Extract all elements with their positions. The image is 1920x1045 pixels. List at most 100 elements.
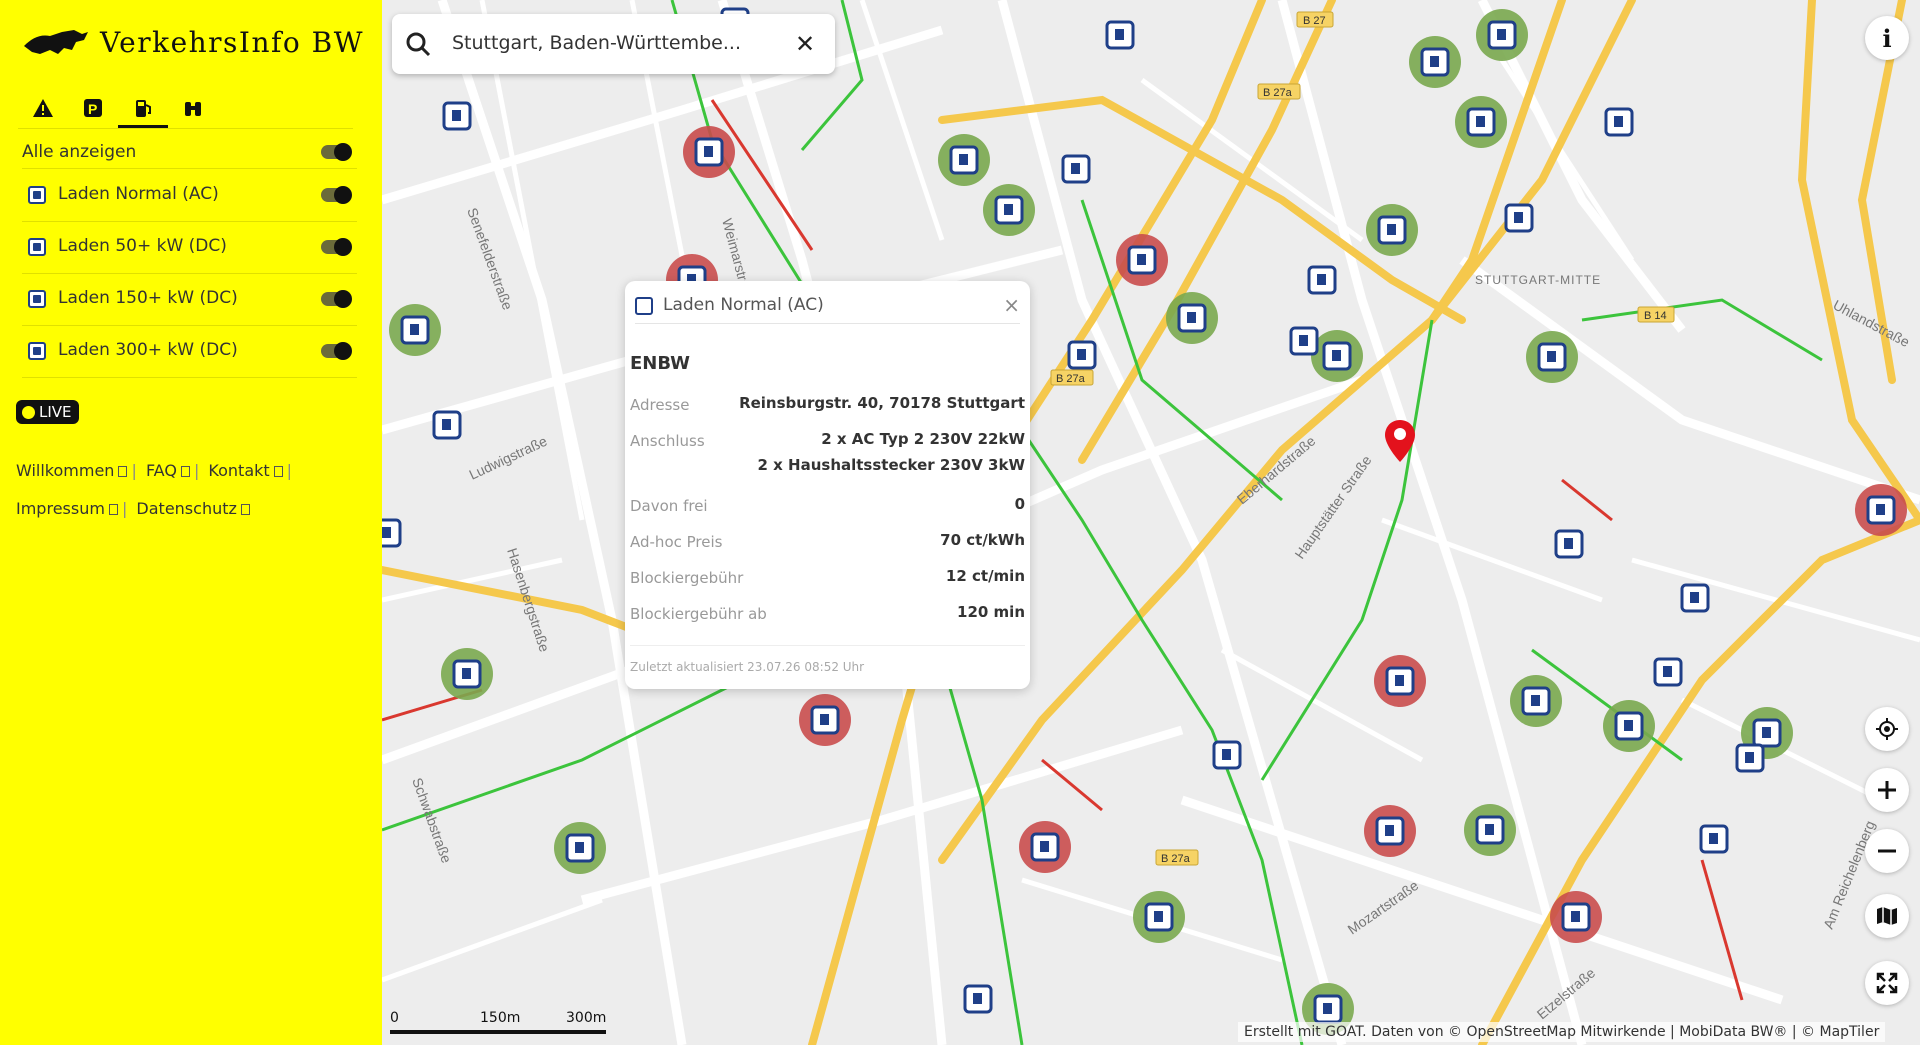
svg-text:B 27a: B 27a (1056, 373, 1086, 385)
row-value: 2 x Haushaltsstecker 230V 3kW (757, 456, 1025, 474)
zoom-in-button[interactable] (1865, 768, 1909, 812)
link-kontakt[interactable]: Kontakt (208, 452, 283, 490)
tab-webcams[interactable] (168, 88, 218, 128)
link-datenschutz[interactable]: Datenschutz (136, 490, 250, 528)
document-icon (108, 504, 118, 515)
location-pin-icon[interactable] (1383, 418, 1417, 468)
filter-toggle[interactable] (321, 186, 352, 204)
charging-station-icon (28, 238, 46, 256)
filter-label: Laden Normal (AC) (58, 184, 219, 204)
map-attribution[interactable]: Erstellt mit GOAT. Daten von © OpenStree… (1238, 1022, 1886, 1042)
link-faq[interactable]: FAQ (146, 452, 190, 490)
parking-icon: P (84, 99, 102, 117)
document-icon (240, 504, 250, 515)
show-all-toggle-row[interactable]: Alle anzeigen (22, 136, 357, 169)
tab-charging[interactable] (118, 88, 168, 128)
charging-station-icon (28, 290, 46, 308)
row-value: 70 ct/kWh (940, 531, 1025, 549)
fullscreen-icon (1876, 972, 1898, 994)
charging-station-icon (28, 186, 46, 204)
svg-text:Schwabstraße: Schwabstraße (409, 776, 455, 866)
info-icon: i (1882, 23, 1892, 53)
document-icon (180, 466, 190, 477)
filter-laden-150[interactable]: Laden 150+ kW (DC) (22, 274, 357, 326)
live-badge: LIVE (16, 400, 79, 424)
search-input[interactable]: Stuttgart, Baden-Württembe... (452, 32, 741, 54)
row-value: 0 (1014, 495, 1025, 513)
row-value: Reinsburgstr. 40, 70178 Stuttgart (739, 394, 1025, 412)
row-key: Ad-hoc Preis (630, 533, 723, 551)
row-value: 2 x AC Typ 2 230V 22kW (821, 430, 1025, 448)
filter-toggle[interactable] (321, 342, 352, 360)
clear-search-icon[interactable]: ✕ (791, 30, 819, 58)
zoom-out-button[interactable] (1865, 829, 1909, 873)
svg-text:Mozartstraße: Mozartstraße (1345, 877, 1422, 938)
row-key: Blockiergebühr (630, 569, 744, 587)
show-all-label: Alle anzeigen (22, 142, 137, 162)
link-willkommen[interactable]: Willkommen (16, 452, 128, 490)
info-button[interactable]: i (1865, 16, 1909, 60)
filter-laden-50[interactable]: Laden 50+ kW (DC) (22, 222, 357, 274)
popup-header: Laden Normal (AC) × (635, 293, 1020, 324)
link-label: FAQ (145, 461, 177, 480)
locate-button[interactable] (1865, 707, 1909, 751)
scale-bar (390, 1030, 606, 1034)
row-key: Davon frei (630, 497, 708, 515)
search-box[interactable]: Stuttgart, Baden-Württembe... ✕ (392, 14, 835, 74)
map-canvas[interactable]: Senefelderstraße Weimarstraße Ludwigstra… (382, 0, 1920, 1045)
scale-label: 150m (480, 1010, 521, 1026)
tab-parking[interactable]: P (68, 88, 118, 128)
show-all-toggle[interactable] (321, 143, 352, 161)
lion-logo-icon (24, 30, 88, 54)
locate-icon (1876, 718, 1898, 740)
tab-warnings[interactable] (18, 88, 68, 128)
scale-label: 0 (390, 1010, 399, 1026)
filter-laden-300[interactable]: Laden 300+ kW (DC) (22, 326, 357, 378)
search-icon (406, 32, 431, 57)
svg-text:B 14: B 14 (1644, 310, 1667, 322)
popup-title: Laden Normal (AC) (663, 295, 824, 315)
svg-text:B 27a: B 27a (1161, 853, 1191, 865)
live-dot-icon (22, 405, 35, 419)
binoculars-icon (185, 102, 201, 116)
filter-label: Laden 50+ kW (DC) (58, 236, 227, 256)
svg-text:Senefelderstraße: Senefelderstraße (464, 206, 516, 313)
link-label: Willkommen (16, 461, 115, 480)
svg-text:P: P (88, 101, 97, 117)
svg-text:STUTTGART-MITTE: STUTTGART-MITTE (1475, 273, 1601, 287)
svg-text:B 27: B 27 (1303, 15, 1326, 27)
footer-links: Willkommen | FAQ | Kontakt | Impressum | Dat… (16, 452, 356, 528)
app-logo[interactable]: VerkehrsInfo BW (22, 22, 364, 62)
filter-laden-normal[interactable]: Laden Normal (AC) (22, 170, 357, 222)
link-label: Kontakt (208, 461, 270, 480)
svg-text:Uhlandstraße: Uhlandstraße (1831, 297, 1913, 351)
link-label: Impressum (16, 499, 105, 518)
row-key: Adresse (630, 396, 690, 414)
map-layers-icon (1877, 907, 1897, 925)
filter-toggle[interactable] (321, 238, 352, 256)
station-popup: Laden Normal (AC) × ENBW Adresse Reinsbu… (625, 281, 1030, 689)
app-title: VerkehrsInfo BW (100, 25, 364, 59)
link-impressum[interactable]: Impressum (16, 490, 118, 528)
row-key: Anschluss (630, 432, 705, 450)
map-streets: Senefelderstraße Weimarstraße Ludwigstra… (382, 0, 1920, 1045)
filter-label: Laden 150+ kW (DC) (58, 288, 238, 308)
zoom-out-icon (1878, 849, 1896, 853)
live-label: LIVE (39, 403, 72, 421)
row-value: 120 min (957, 603, 1025, 621)
close-icon[interactable]: × (1003, 293, 1020, 317)
filter-label: Laden 300+ kW (DC) (58, 340, 238, 360)
fullscreen-button[interactable] (1865, 961, 1909, 1005)
last-updated: Zuletzt aktualisiert 23.07.26 08:52 Uhr (630, 645, 1025, 674)
filter-toggle[interactable] (321, 290, 352, 308)
charging-markers (382, 7, 1907, 1035)
document-icon (118, 466, 128, 477)
svg-text:Ludwigstraße: Ludwigstraße (467, 433, 550, 483)
warning-icon (33, 99, 53, 117)
svg-text:Hauptstätter Straße: Hauptstätter Straße (1291, 452, 1374, 561)
charging-station-icon (635, 297, 653, 315)
map-scale: 0 150m 300m (390, 1010, 610, 1040)
svg-text:B 27a: B 27a (1263, 87, 1293, 99)
map-layers-button[interactable] (1865, 894, 1909, 938)
link-label: Datenschutz (136, 499, 237, 518)
